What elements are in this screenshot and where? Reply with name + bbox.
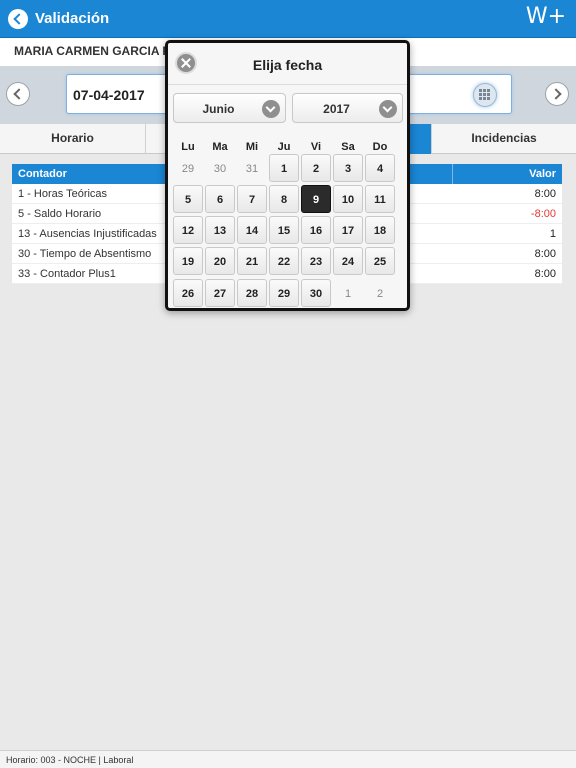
calendar-day-outside: 29	[181, 163, 195, 175]
row-value: 1	[549, 228, 556, 240]
row-name: 5 - Saldo Horario	[18, 208, 102, 220]
footer-text: Horario: 003 - NOCHE | Laboral	[6, 755, 134, 765]
calendar-day[interactable]: 25	[365, 247, 395, 275]
calendar-day[interactable]: 2	[301, 154, 331, 182]
month-value: Junio	[202, 102, 235, 116]
column-header-value: Valor	[529, 168, 556, 180]
date-picker-dialog: Elija fecha Junio 2017 Lu Ma Mi Ju Vi Sa Do 29 3…	[165, 40, 410, 311]
page-title: Validación	[35, 10, 110, 27]
row-value: 8:00	[534, 248, 556, 260]
calendar-day-outside: 1	[344, 288, 352, 300]
calendar-day[interactable]: 14	[237, 216, 267, 244]
calendar-day-outside: 31	[245, 163, 259, 175]
calendar-day[interactable]: 10	[333, 185, 363, 213]
tab-incidencias[interactable]: Incidencias	[432, 124, 576, 154]
calendar-day[interactable]: 22	[269, 247, 299, 275]
row-value: 8:00	[534, 188, 556, 200]
back-icon[interactable]	[8, 9, 28, 29]
brand-logo: W+	[525, 4, 566, 29]
next-date-button[interactable]	[545, 82, 569, 106]
date-picker-title: Elija fecha	[252, 57, 323, 73]
row-value: -8:00	[530, 208, 556, 220]
calendar-day[interactable]: 20	[205, 247, 235, 275]
calendar-day[interactable]: 1	[269, 154, 299, 182]
calendar-day[interactable]: 27	[205, 279, 235, 307]
calendar-day[interactable]: 8	[269, 185, 299, 213]
weekday-header: Ju	[277, 141, 291, 153]
weekday-header: Do	[372, 141, 388, 153]
row-name: 30 - Tiempo de Absentismo	[18, 248, 152, 260]
calendar-day[interactable]: 30	[301, 279, 331, 307]
calendar-day[interactable]: 24	[333, 247, 363, 275]
calendar-day[interactable]: 28	[237, 279, 267, 307]
weekday-header: Ma	[212, 141, 228, 153]
calendar-day[interactable]: 18	[365, 216, 395, 244]
calendar-day[interactable]: 29	[269, 279, 299, 307]
calendar-day[interactable]: 5	[173, 185, 203, 213]
status-footer: Horario: 003 - NOCHE | Laboral	[0, 750, 576, 768]
month-select[interactable]: Junio	[173, 93, 286, 123]
calendar-day[interactable]: 23	[301, 247, 331, 275]
row-name: 1 - Horas Teóricas	[18, 188, 108, 200]
calendar-day[interactable]: 16	[301, 216, 331, 244]
calendar-grid-icon	[479, 89, 491, 101]
weekday-header: Vi	[310, 141, 322, 153]
date-value: 07-04-2017	[73, 87, 145, 103]
date-picker-header: Elija fecha	[168, 43, 407, 85]
calendar-day[interactable]: 19	[173, 247, 203, 275]
column-header-counter: Contador	[18, 168, 67, 180]
employee-name: MARIA CARMEN GARCIA F	[14, 44, 170, 58]
row-name: 33 - Contador Plus1	[18, 268, 116, 280]
chevron-down-icon	[262, 100, 280, 118]
row-name: 13 - Ausencias Injustificadas	[18, 228, 157, 240]
calendar-day[interactable]: 7	[237, 185, 267, 213]
year-value: 2017	[323, 102, 350, 116]
chevron-down-icon	[379, 100, 397, 118]
calendar-day[interactable]: 6	[205, 185, 235, 213]
calendar-day[interactable]: 15	[269, 216, 299, 244]
calendar-day[interactable]: 4	[365, 154, 395, 182]
calendar-day-outside: 2	[376, 288, 384, 300]
calendar-day[interactable]: 11	[365, 185, 395, 213]
calendar-day[interactable]: 26	[173, 279, 203, 307]
calendar-day[interactable]: 21	[237, 247, 267, 275]
tab-horario[interactable]: Horario	[0, 124, 146, 154]
prev-date-button[interactable]	[6, 82, 30, 106]
calendar-day-outside: 30	[213, 163, 227, 175]
calendar-day-selected[interactable]: 9	[301, 185, 331, 213]
calendar-day[interactable]: 17	[333, 216, 363, 244]
weekday-header: Sa	[341, 141, 355, 153]
year-select[interactable]: 2017	[292, 93, 403, 123]
app-header: Validación W+	[0, 0, 576, 38]
calendar-day[interactable]: 12	[173, 216, 203, 244]
calendar-icon[interactable]	[473, 83, 497, 107]
column-divider	[452, 164, 453, 184]
row-value: 8:00	[534, 268, 556, 280]
calendar-day[interactable]: 13	[205, 216, 235, 244]
weekday-header: Mi	[245, 141, 259, 153]
calendar-day[interactable]: 3	[333, 154, 363, 182]
weekday-header: Lu	[181, 141, 195, 153]
